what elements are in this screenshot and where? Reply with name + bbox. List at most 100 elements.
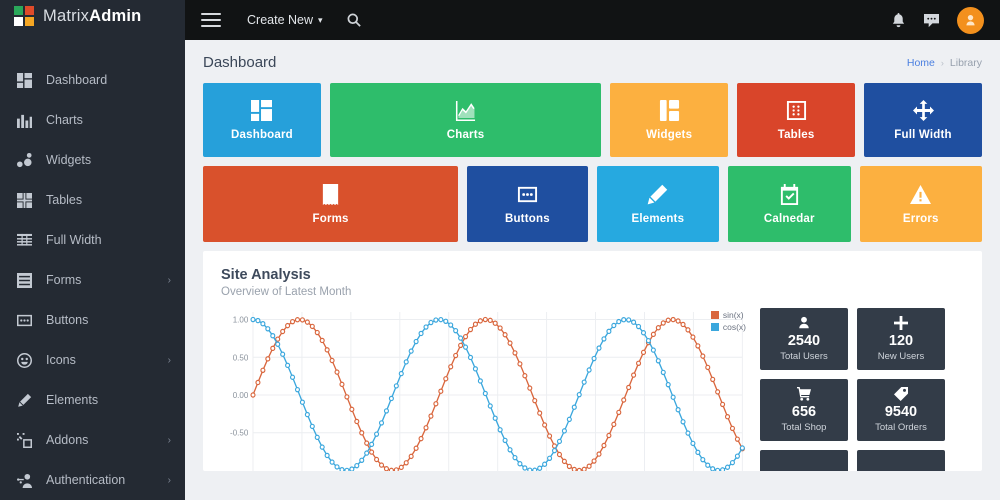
sidebar-item-authentication[interactable]: Authentication › [0, 460, 185, 500]
bell-icon[interactable] [891, 12, 906, 28]
chart-data-point [522, 373, 528, 379]
chart-data-point [640, 330, 647, 336]
tile-charts[interactable]: Charts [329, 83, 602, 157]
tile-widgets[interactable]: Widgets [610, 83, 729, 157]
bar-chart-icon [16, 112, 33, 129]
chart-data-point [734, 453, 740, 459]
chart-data-point [314, 329, 320, 336]
sidebar-item-buttons[interactable]: Buttons [0, 300, 185, 340]
chart-data-point [581, 466, 587, 471]
tile-dashboard[interactable]: Dashboard [203, 83, 321, 157]
sidebar-item-icons[interactable]: Icons › [0, 340, 185, 380]
chart-data-point [695, 449, 701, 456]
sidebar-item-tables[interactable]: Tables [0, 180, 185, 220]
chart-data-point [556, 451, 563, 458]
stat-card-globe[interactable] [857, 450, 945, 471]
chart-data-point [497, 325, 503, 331]
stat-card-total-users[interactable]: 2540 Total Users [760, 308, 848, 370]
topbar-right-group [891, 6, 984, 34]
chart-data-point [354, 462, 360, 469]
chart-data-point [349, 466, 355, 471]
tile-errors[interactable]: Errors [859, 166, 982, 242]
widgets-icon [16, 152, 33, 169]
chart-data-point [388, 395, 394, 402]
sidebar-item-full-width[interactable]: Full Width [0, 220, 185, 260]
y-axis-tick-label: 1.00 [233, 315, 249, 324]
chart-data-point [349, 406, 355, 413]
chart-data-point [354, 418, 360, 425]
chart-data-point [710, 466, 716, 471]
sidebar-item-forms[interactable]: Forms › [0, 260, 185, 300]
stat-card-total-orders[interactable]: 9540 Total Orders [857, 379, 945, 441]
chart-data-point [576, 391, 582, 398]
chart-data-point [344, 467, 350, 471]
cart-icon [797, 387, 811, 401]
chart-data-point [413, 338, 419, 345]
tile-tables[interactable]: Tables [737, 83, 856, 157]
chart-data-point [710, 376, 716, 383]
sidebar-item-widgets[interactable]: Widgets [0, 140, 185, 180]
tile-label: Tables [777, 128, 815, 141]
chart-data-point [364, 450, 370, 456]
tile-label: Buttons [504, 212, 550, 225]
sidebar-item-elements[interactable]: Elements [0, 380, 185, 420]
chart-data-point [566, 463, 572, 470]
chart-data-point [270, 345, 276, 352]
legend-item-sin: sin(x) [710, 310, 746, 320]
stat-card-grid[interactable] [760, 450, 848, 471]
sidebar-item-label: Forms [46, 273, 82, 287]
y-axis-tick-label: 0.00 [233, 391, 249, 400]
chart-data-point [294, 386, 301, 393]
sidebar-item-addons[interactable]: Addons › [0, 420, 185, 460]
chart-data-point [507, 447, 513, 453]
tile-buttons[interactable]: Buttons [467, 166, 588, 242]
brand[interactable]: MatrixAdmin [0, 0, 185, 32]
chart-data-point [472, 321, 478, 327]
stat-card-total-shop[interactable]: 656 Total Shop [760, 379, 848, 441]
chart-data-point [715, 389, 721, 395]
create-new-dropdown[interactable]: Create New ▾ [247, 13, 323, 27]
buttons-icon [517, 184, 538, 205]
chart-data-point [433, 317, 439, 323]
full-width-icon [16, 232, 33, 249]
sidebar-item-dashboard[interactable]: Dashboard [0, 60, 185, 100]
menu-icon[interactable] [201, 13, 221, 27]
sidebar-item-label: Widgets [46, 153, 92, 167]
message-icon[interactable] [924, 13, 939, 28]
chart-data-point [285, 322, 291, 329]
avatar[interactable] [957, 6, 984, 34]
chart-data-point [359, 457, 365, 463]
chart-data-point [294, 317, 301, 323]
breadcrumb-home[interactable]: Home [907, 57, 935, 69]
chart-data-point [571, 466, 577, 471]
chart-data-point [670, 316, 676, 323]
search-icon[interactable] [347, 13, 361, 27]
tile-label: Full Width [894, 128, 952, 141]
legend-swatch [710, 311, 719, 319]
chart-data-point [739, 445, 745, 451]
chart-data-point [408, 453, 414, 460]
chart-data-point [650, 331, 656, 338]
tile-full-width[interactable]: Full Width [864, 83, 982, 157]
stat-label: Total Users [780, 350, 828, 362]
sidebar-item-label: Authentication [46, 473, 126, 487]
sidebar-item-charts[interactable]: Charts [0, 100, 185, 140]
tile-elements[interactable]: Elements [596, 166, 720, 242]
chart-data-point [636, 323, 642, 330]
addons-icon [16, 432, 33, 449]
create-new-label: Create New [247, 13, 313, 27]
topbar: Create New ▾ [185, 0, 1000, 40]
tile-calendar[interactable]: Calnedar [728, 166, 851, 242]
pencil-icon [647, 184, 668, 205]
stat-value: 656 [791, 404, 817, 421]
tile-label: Widgets [646, 128, 693, 141]
stat-card-new-users[interactable]: 120 New Users [857, 308, 945, 370]
chart-data-point [324, 452, 330, 459]
chart-data-point [448, 322, 454, 328]
chart-data-point [680, 321, 686, 328]
chart-data-point [645, 337, 651, 344]
tile-forms[interactable]: Forms [203, 166, 459, 242]
chart-data-point [448, 364, 454, 370]
calendar-icon [779, 183, 800, 205]
chart-data-point [383, 408, 390, 414]
